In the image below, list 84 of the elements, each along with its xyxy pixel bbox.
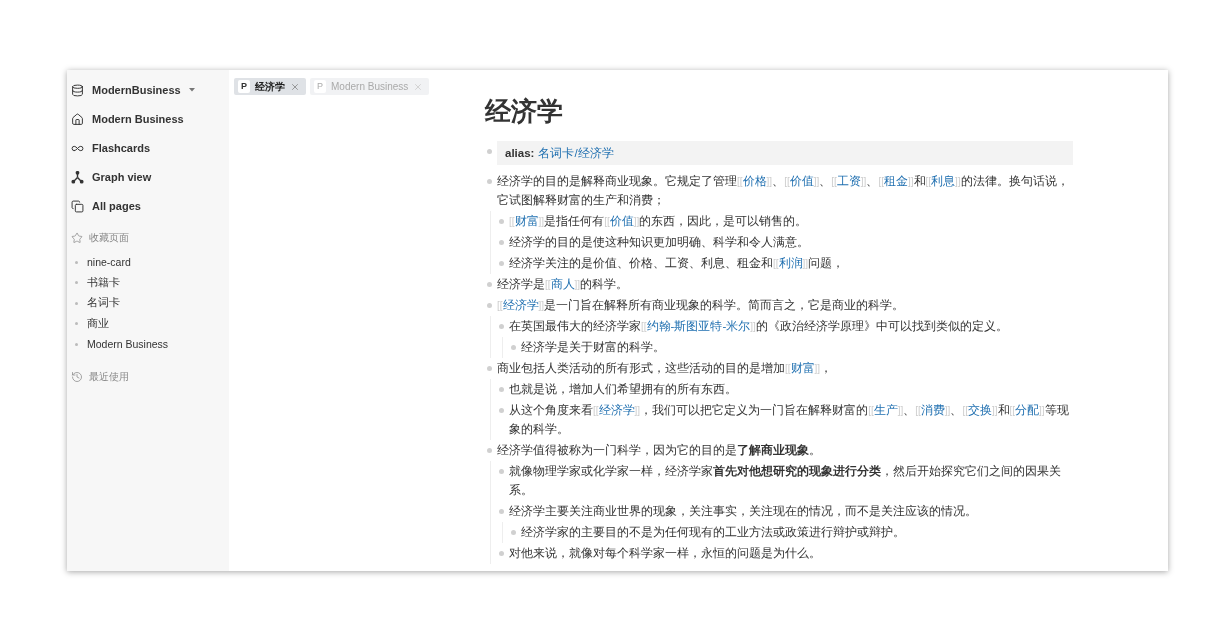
close-icon[interactable] bbox=[290, 81, 300, 92]
block-text: [[经济学]]是一门旨在解释所有商业现象的科学。简而言之，它是商业的科学。 bbox=[497, 298, 906, 313]
bullet-icon bbox=[75, 260, 78, 264]
bullet-icon[interactable] bbox=[499, 469, 504, 474]
page-title: 经济学 bbox=[485, 95, 564, 127]
bullet-icon[interactable] bbox=[499, 240, 504, 245]
history-icon bbox=[71, 370, 83, 383]
property-label: alias: bbox=[505, 147, 535, 159]
bullet-icon bbox=[75, 281, 78, 285]
block-text: 经济学关注的是价值、价格、工资、利息、租金和[[利润]]问题， bbox=[509, 256, 846, 271]
page-link[interactable]: [[生产]] bbox=[868, 404, 904, 416]
nav-item[interactable]: Graph view bbox=[92, 171, 152, 183]
bullet-icon[interactable] bbox=[511, 530, 516, 535]
bullet-icon[interactable] bbox=[499, 387, 504, 392]
bullet-icon bbox=[75, 342, 78, 346]
home-icon bbox=[71, 112, 84, 126]
block-text: 商业包括人类活动的所有形式，这些活动的目的是增加[[财富]]， bbox=[497, 361, 834, 376]
bullet-icon[interactable] bbox=[499, 261, 504, 266]
page-link[interactable]: [[租金]] bbox=[878, 175, 914, 187]
favorite-item[interactable]: 书籍卡 bbox=[87, 275, 120, 290]
block-text: 就像物理学家或化学家一样，经济学家首先对他想研究的现象进行分类，然后开始探究它们之间的因果关系。 bbox=[509, 463, 1062, 498]
bullet-icon[interactable] bbox=[487, 282, 492, 287]
page-link[interactable]: [[商人]] bbox=[545, 278, 581, 290]
favorite-item[interactable]: nine-card bbox=[87, 256, 131, 269]
block-text: 经济学的目的是解释商业现象。它规定了管理[[价格]]、[[价值]]、[[工资]]、[[租金]]和[[利息]]的法律。换句话说，它试图解释财富的生产和消费； bbox=[497, 174, 1070, 208]
page-link[interactable]: [[工资]] bbox=[831, 175, 867, 187]
page-tab[interactable]: P 经济学 bbox=[234, 78, 306, 95]
page-badge: P bbox=[238, 80, 250, 93]
bullet-icon[interactable] bbox=[499, 324, 504, 329]
block-text: 经济学是[[商人]]的科学。 bbox=[497, 277, 630, 292]
tab-label: Modern Business bbox=[331, 81, 409, 92]
bullet-icon[interactable] bbox=[499, 408, 504, 413]
tab-label: 经济学 bbox=[255, 79, 285, 94]
page-link[interactable]: [[经济学]] bbox=[497, 299, 545, 311]
bullet-icon[interactable] bbox=[487, 303, 492, 308]
bullet-icon bbox=[75, 322, 78, 326]
page-link[interactable]: [[经济学]] bbox=[593, 404, 641, 416]
section-heading: 收藏页面 bbox=[89, 231, 129, 245]
bullet-icon[interactable] bbox=[511, 345, 516, 350]
block-text: 对他来说，就像对每个科学家一样，永恒的问题是为什么。 bbox=[509, 546, 822, 561]
star-icon bbox=[71, 232, 83, 244]
alias-link[interactable]: 名词卡/经济学 bbox=[538, 147, 614, 159]
bullet-icon[interactable] bbox=[487, 448, 492, 453]
bullet-icon[interactable] bbox=[487, 179, 492, 184]
page-link[interactable]: [[分配]] bbox=[1009, 404, 1045, 416]
bullet-icon[interactable] bbox=[487, 366, 492, 371]
block-text: 经济学家的主要目的不是为任何现有的工业方法或政策进行辩护或辩护。 bbox=[521, 525, 906, 540]
section-heading[interactable]: 最近使用 bbox=[89, 369, 129, 384]
page-link[interactable]: [[约翰-斯图亚特-米尔]] bbox=[641, 320, 756, 332]
nav-item[interactable]: Modern Business bbox=[92, 113, 184, 125]
page-link[interactable]: [[价值]] bbox=[784, 175, 820, 187]
bullet-icon[interactable] bbox=[487, 149, 492, 154]
page-link[interactable]: [[消费]] bbox=[915, 404, 951, 416]
nav-item[interactable]: All pages bbox=[92, 200, 141, 212]
block-text: [[财富]]是指任何有[[价值]]的东西，因此，是可以销售的。 bbox=[509, 214, 809, 229]
block-text: 在英国最伟大的经济学家[[约翰-斯图亚特-米尔]]的《政治经济学原理》中可以找到类似的定义。 bbox=[509, 319, 1009, 334]
favorite-item[interactable]: 商业 bbox=[87, 316, 109, 331]
workspace-switcher[interactable]: ModernBusiness bbox=[92, 84, 181, 96]
block-text: 经济学是关于财富的科学。 bbox=[521, 340, 666, 355]
pages-icon bbox=[71, 199, 84, 213]
block-text: 经济学主要关注商业世界的现象，关注事实，关注现在的情况，而不是关注应该的情况。 bbox=[509, 504, 978, 519]
favorite-item[interactable]: Modern Business bbox=[87, 338, 169, 351]
bullet-icon[interactable] bbox=[499, 509, 504, 514]
graph-icon bbox=[71, 170, 84, 184]
page-link[interactable]: [[财富]] bbox=[785, 362, 821, 374]
database-icon bbox=[71, 83, 84, 97]
bullet-icon[interactable] bbox=[499, 551, 504, 556]
block-text: 经济学值得被称为一门科学，因为它的目的是了解商业现象。 bbox=[497, 442, 822, 458]
nav-item[interactable]: Flashcards bbox=[92, 142, 151, 154]
bullet-icon bbox=[75, 301, 78, 305]
page-badge: P bbox=[314, 80, 327, 93]
bullet-icon[interactable] bbox=[499, 219, 504, 224]
page-link[interactable]: [[交换]] bbox=[962, 404, 998, 416]
page-link[interactable]: [[价值]] bbox=[604, 215, 640, 227]
page-link[interactable]: [[价格]] bbox=[737, 175, 773, 187]
page-link[interactable]: [[利息]] bbox=[925, 175, 961, 187]
close-icon[interactable] bbox=[413, 81, 424, 92]
page-link[interactable]: [[财富]] bbox=[509, 215, 545, 227]
block-text: 也就是说，增加人们希望拥有的所有东西。 bbox=[509, 382, 738, 397]
caret-icon[interactable] bbox=[188, 88, 195, 92]
page-link[interactable]: [[利润]] bbox=[773, 257, 809, 269]
favorite-item[interactable]: 名词卡 bbox=[87, 296, 120, 311]
block-text: 从这个角度来看[[经济学]]，我们可以把它定义为一门旨在解释财富的[[生产]]、[[消费]]、[[交换]]和[[分配]]等现象的科学。 bbox=[509, 403, 1070, 437]
block-text: 经济学的目的是使这种知识更加明确、科学和令人满意。 bbox=[509, 235, 810, 250]
